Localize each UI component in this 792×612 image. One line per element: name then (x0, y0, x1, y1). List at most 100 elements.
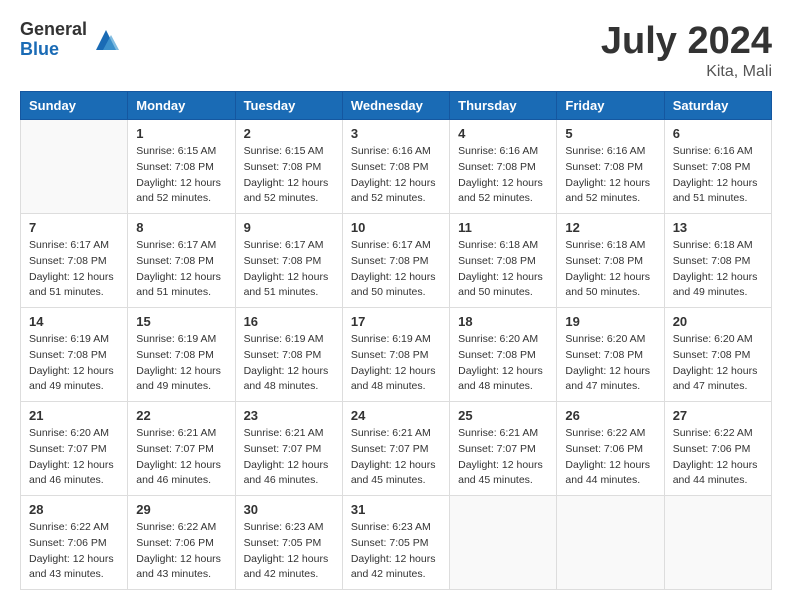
calendar-cell: 8 Sunrise: 6:17 AMSunset: 7:08 PMDaylight… (128, 214, 235, 308)
day-number: 19 (565, 314, 655, 329)
day-info: Sunrise: 6:19 AMSunset: 7:08 PMDaylight:… (351, 332, 441, 395)
days-of-week-row: SundayMondayTuesdayWednesdayThursdayFrid… (21, 92, 772, 120)
calendar-cell: 6 Sunrise: 6:16 AMSunset: 7:08 PMDaylight… (664, 120, 771, 214)
day-info: Sunrise: 6:17 AMSunset: 7:08 PMDaylight:… (351, 238, 441, 301)
calendar-cell: 1Sunrise: 6:15 AMSunset: 7:08 PMDaylight… (128, 120, 235, 214)
day-info: Sunrise: 6:20 AMSunset: 7:08 PMDaylight:… (458, 332, 548, 395)
week-row-5: 28 Sunrise: 6:22 AMSunset: 7:06 PMDayligh… (21, 496, 772, 590)
day-number: 27 (673, 408, 763, 423)
calendar-cell: 20 Sunrise: 6:20 AMSunset: 7:08 PMDayligh… (664, 308, 771, 402)
day-number: 17 (351, 314, 441, 329)
calendar-cell: 26Sunrise: 6:22 AMSunset: 7:06 PMDayligh… (557, 402, 664, 496)
calendar-cell: 27 Sunrise: 6:22 AMSunset: 7:06 PMDayligh… (664, 402, 771, 496)
day-info: Sunrise: 6:22 AMSunset: 7:06 PMDaylight:… (136, 520, 226, 583)
day-info: Sunrise: 6:23 AMSunset: 7:05 PMDaylight:… (244, 520, 334, 583)
day-number: 4 (458, 126, 548, 141)
day-info: Sunrise: 6:15 AMSunset: 7:08 PMDaylight:… (244, 144, 334, 207)
day-info: Sunrise: 6:23 AMSunset: 7:05 PMDaylight:… (351, 520, 441, 583)
calendar-cell: 25Sunrise: 6:21 AMSunset: 7:07 PMDayligh… (450, 402, 557, 496)
day-number: 26 (565, 408, 655, 423)
day-number: 2 (244, 126, 334, 141)
calendar-cell (21, 120, 128, 214)
week-row-3: 14 Sunrise: 6:19 AMSunset: 7:08 PMDayligh… (21, 308, 772, 402)
logo-general: General (20, 20, 87, 40)
calendar-cell: 17 Sunrise: 6:19 AMSunset: 7:08 PMDayligh… (342, 308, 449, 402)
calendar-cell: 3Sunrise: 6:16 AMSunset: 7:08 PMDaylight… (342, 120, 449, 214)
calendar-cell: 4 Sunrise: 6:16 AMSunset: 7:08 PMDaylight… (450, 120, 557, 214)
day-number: 14 (29, 314, 119, 329)
week-row-2: 7 Sunrise: 6:17 AMSunset: 7:08 PMDaylight… (21, 214, 772, 308)
day-number: 31 (351, 502, 441, 517)
calendar-cell: 7 Sunrise: 6:17 AMSunset: 7:08 PMDaylight… (21, 214, 128, 308)
calendar-cell: 5Sunrise: 6:16 AMSunset: 7:08 PMDaylight… (557, 120, 664, 214)
day-number: 16 (244, 314, 334, 329)
day-header-saturday: Saturday (664, 92, 771, 120)
logo: General Blue (20, 20, 121, 60)
day-info: Sunrise: 6:20 AMSunset: 7:07 PMDaylight:… (29, 426, 119, 489)
day-header-sunday: Sunday (21, 92, 128, 120)
calendar-cell: 12Sunrise: 6:18 AMSunset: 7:08 PMDayligh… (557, 214, 664, 308)
day-info: Sunrise: 6:19 AMSunset: 7:08 PMDaylight:… (29, 332, 119, 395)
day-info: Sunrise: 6:16 AMSunset: 7:08 PMDaylight:… (673, 144, 763, 207)
calendar-cell: 18Sunrise: 6:20 AMSunset: 7:08 PMDayligh… (450, 308, 557, 402)
day-info: Sunrise: 6:20 AMSunset: 7:08 PMDaylight:… (673, 332, 763, 395)
calendar-cell: 23 Sunrise: 6:21 AMSunset: 7:07 PMDayligh… (235, 402, 342, 496)
logo-blue: Blue (20, 40, 87, 60)
calendar-cell: 13 Sunrise: 6:18 AMSunset: 7:08 PMDayligh… (664, 214, 771, 308)
day-number: 29 (136, 502, 226, 517)
day-info: Sunrise: 6:18 AMSunset: 7:08 PMDaylight:… (458, 238, 548, 301)
calendar-cell: 28 Sunrise: 6:22 AMSunset: 7:06 PMDayligh… (21, 496, 128, 590)
day-number: 30 (244, 502, 334, 517)
calendar-cell: 19 Sunrise: 6:20 AMSunset: 7:08 PMDayligh… (557, 308, 664, 402)
day-number: 9 (244, 220, 334, 235)
page-header: General Blue July 2024 Kita, Mali (20, 20, 772, 81)
day-number: 3 (351, 126, 441, 141)
day-info: Sunrise: 6:18 AMSunset: 7:08 PMDaylight:… (673, 238, 763, 301)
day-number: 6 (673, 126, 763, 141)
calendar-cell: 14 Sunrise: 6:19 AMSunset: 7:08 PMDayligh… (21, 308, 128, 402)
day-header-thursday: Thursday (450, 92, 557, 120)
week-row-1: 1Sunrise: 6:15 AMSunset: 7:08 PMDaylight… (21, 120, 772, 214)
calendar-cell: 9Sunrise: 6:17 AMSunset: 7:08 PMDaylight… (235, 214, 342, 308)
day-info: Sunrise: 6:22 AMSunset: 7:06 PMDaylight:… (29, 520, 119, 583)
calendar-cell: 30 Sunrise: 6:23 AMSunset: 7:05 PMDayligh… (235, 496, 342, 590)
month-title: July 2024 (601, 20, 772, 63)
day-info: Sunrise: 6:19 AMSunset: 7:08 PMDaylight:… (244, 332, 334, 395)
day-number: 20 (673, 314, 763, 329)
day-info: Sunrise: 6:22 AMSunset: 7:06 PMDaylight:… (673, 426, 763, 489)
calendar-cell: 24 Sunrise: 6:21 AMSunset: 7:07 PMDayligh… (342, 402, 449, 496)
calendar-table: SundayMondayTuesdayWednesdayThursdayFrid… (20, 91, 772, 590)
day-number: 13 (673, 220, 763, 235)
day-info: Sunrise: 6:21 AMSunset: 7:07 PMDaylight:… (351, 426, 441, 489)
day-header-friday: Friday (557, 92, 664, 120)
day-info: Sunrise: 6:21 AMSunset: 7:07 PMDaylight:… (244, 426, 334, 489)
calendar-cell: 16 Sunrise: 6:19 AMSunset: 7:08 PMDayligh… (235, 308, 342, 402)
day-header-monday: Monday (128, 92, 235, 120)
day-info: Sunrise: 6:16 AMSunset: 7:08 PMDaylight:… (458, 144, 548, 207)
day-info: Sunrise: 6:19 AMSunset: 7:08 PMDaylight:… (136, 332, 226, 395)
day-number: 25 (458, 408, 548, 423)
day-number: 28 (29, 502, 119, 517)
calendar-cell: 15Sunrise: 6:19 AMSunset: 7:08 PMDayligh… (128, 308, 235, 402)
calendar-cell (664, 496, 771, 590)
location: Kita, Mali (601, 63, 772, 81)
calendar-cell: 21Sunrise: 6:20 AMSunset: 7:07 PMDayligh… (21, 402, 128, 496)
day-info: Sunrise: 6:17 AMSunset: 7:08 PMDaylight:… (136, 238, 226, 301)
day-number: 24 (351, 408, 441, 423)
day-number: 22 (136, 408, 226, 423)
day-info: Sunrise: 6:17 AMSunset: 7:08 PMDaylight:… (29, 238, 119, 301)
calendar-cell: 29 Sunrise: 6:22 AMSunset: 7:06 PMDayligh… (128, 496, 235, 590)
calendar-cell: 11 Sunrise: 6:18 AMSunset: 7:08 PMDayligh… (450, 214, 557, 308)
day-header-wednesday: Wednesday (342, 92, 449, 120)
day-number: 7 (29, 220, 119, 235)
day-info: Sunrise: 6:20 AMSunset: 7:08 PMDaylight:… (565, 332, 655, 395)
calendar-cell: 2 Sunrise: 6:15 AMSunset: 7:08 PMDaylight… (235, 120, 342, 214)
week-row-4: 21Sunrise: 6:20 AMSunset: 7:07 PMDayligh… (21, 402, 772, 496)
calendar-cell: 10Sunrise: 6:17 AMSunset: 7:08 PMDayligh… (342, 214, 449, 308)
day-number: 8 (136, 220, 226, 235)
day-number: 23 (244, 408, 334, 423)
day-number: 11 (458, 220, 548, 235)
calendar-cell: 22Sunrise: 6:21 AMSunset: 7:07 PMDayligh… (128, 402, 235, 496)
title-block: July 2024 Kita, Mali (601, 20, 772, 81)
logo-text: General Blue (20, 20, 87, 60)
